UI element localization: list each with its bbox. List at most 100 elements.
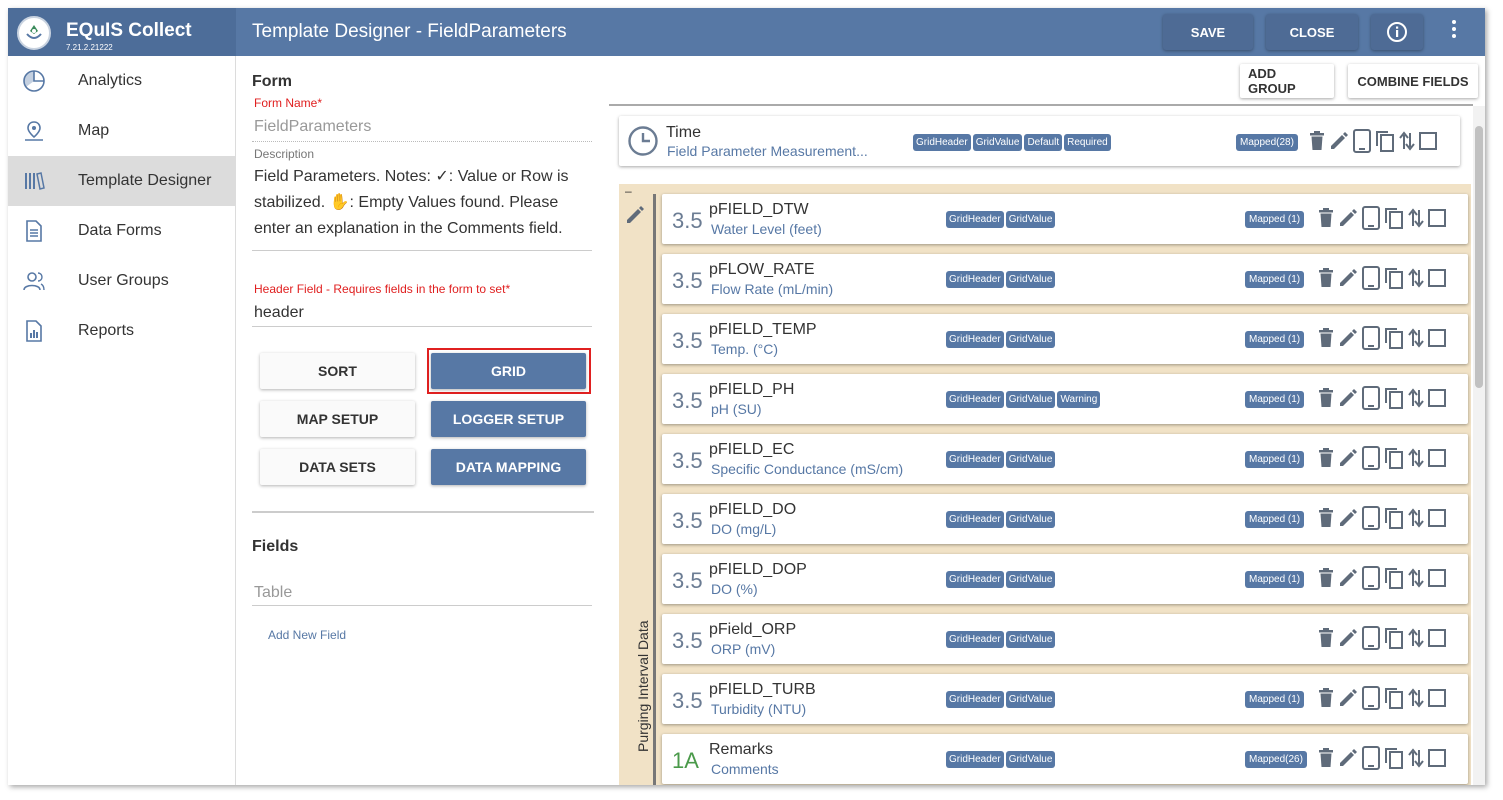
reorder-icon[interactable]: [1408, 508, 1424, 528]
edit-icon[interactable]: [1338, 748, 1358, 768]
delete-icon[interactable]: [1318, 748, 1334, 768]
copy-icon[interactable]: [1384, 327, 1404, 349]
reorder-icon[interactable]: [1408, 568, 1424, 588]
edit-icon[interactable]: [1338, 568, 1358, 588]
select-checkbox[interactable]: [1428, 689, 1446, 707]
reorder-icon[interactable]: [1408, 388, 1424, 408]
sidebar-item-data-forms[interactable]: Data Forms: [8, 206, 236, 256]
select-checkbox[interactable]: [1428, 449, 1446, 467]
data-sets-button[interactable]: DATA SETS: [260, 449, 415, 485]
tablet-icon[interactable]: [1362, 506, 1380, 530]
combine-fields-button[interactable]: COMBINE FIELDS: [1348, 64, 1478, 98]
copy-icon[interactable]: [1384, 207, 1404, 229]
field-card[interactable]: 3.5 pFIELD_DOP DO (%) GridHeader GridValu…: [662, 554, 1468, 604]
field-card[interactable]: 1A Remarks Comments GridHeader GridValue …: [662, 734, 1468, 784]
field-card[interactable]: 3.5 pFIELD_EC Specific Conductance (mS/c…: [662, 434, 1468, 484]
copy-icon[interactable]: [1384, 747, 1404, 769]
edit-icon[interactable]: [1338, 628, 1358, 648]
select-checkbox[interactable]: [1428, 209, 1446, 227]
tablet-icon[interactable]: [1362, 206, 1380, 230]
delete-icon[interactable]: [1318, 328, 1334, 348]
field-card[interactable]: 3.5 pFIELD_TEMP Temp. (°C) GridHeader Gri…: [662, 314, 1468, 364]
reorder-icon[interactable]: [1408, 208, 1424, 228]
delete-icon[interactable]: [1318, 208, 1334, 228]
description-field[interactable]: Field Parameters. Notes: ✓: Value or Row…: [254, 164, 594, 242]
delete-icon[interactable]: [1318, 508, 1334, 528]
edit-icon[interactable]: [1338, 688, 1358, 708]
copy-icon[interactable]: [1384, 507, 1404, 529]
reorder-icon[interactable]: [1408, 328, 1424, 348]
info-button[interactable]: [1371, 14, 1423, 50]
edit-group-icon[interactable]: [625, 205, 645, 230]
edit-icon[interactable]: [1329, 131, 1349, 151]
select-checkbox[interactable]: [1428, 629, 1446, 647]
field-card[interactable]: 3.5 pFIELD_DO DO (mg/L) GridHeader GridVa…: [662, 494, 1468, 544]
reorder-icon[interactable]: [1408, 748, 1424, 768]
select-checkbox[interactable]: [1428, 269, 1446, 287]
reorder-icon[interactable]: [1408, 448, 1424, 468]
edit-icon[interactable]: [1338, 208, 1358, 228]
more-vert-icon[interactable]: [1445, 17, 1463, 45]
field-card[interactable]: 3.5 pFIELD_DTW Water Level (feet) GridHe…: [662, 194, 1468, 244]
mapped-badge[interactable]: Mapped (1): [1245, 691, 1305, 708]
mapped-badge[interactable]: Mapped(28): [1236, 134, 1298, 151]
sidebar-item-user-groups[interactable]: User Groups: [8, 256, 236, 306]
delete-icon[interactable]: [1318, 448, 1334, 468]
tablet-icon[interactable]: [1362, 626, 1380, 650]
edit-icon[interactable]: [1338, 268, 1358, 288]
data-mapping-button[interactable]: DATA MAPPING: [431, 449, 586, 485]
mapped-badge[interactable]: Mapped (1): [1245, 511, 1305, 528]
tablet-icon[interactable]: [1362, 746, 1380, 770]
edit-icon[interactable]: [1338, 448, 1358, 468]
select-checkbox[interactable]: [1428, 749, 1446, 767]
copy-icon[interactable]: [1384, 387, 1404, 409]
mapped-badge[interactable]: Mapped (1): [1245, 451, 1305, 468]
mapped-badge[interactable]: Mapped (1): [1245, 571, 1305, 588]
grid-button[interactable]: GRID: [431, 353, 586, 389]
delete-icon[interactable]: [1318, 568, 1334, 588]
tablet-icon[interactable]: [1362, 566, 1380, 590]
close-button[interactable]: CLOSE: [1266, 14, 1358, 50]
field-card[interactable]: 3.5 pField_ORP ORP (mV) GridHeader GridVa…: [662, 614, 1468, 664]
sidebar-item-map[interactable]: Map: [8, 106, 236, 156]
reorder-icon[interactable]: [1408, 628, 1424, 648]
mapped-badge[interactable]: Mapped(26): [1245, 751, 1307, 768]
scrollbar-thumb[interactable]: [1475, 126, 1483, 388]
logger-setup-button[interactable]: LOGGER SETUP: [431, 401, 586, 437]
edit-icon[interactable]: [1338, 388, 1358, 408]
field-card[interactable]: 3.5 pFLOW_RATE Flow Rate (mL/min) GridHe…: [662, 254, 1468, 304]
form-name-field[interactable]: FieldParameters: [254, 118, 371, 136]
field-card[interactable]: 3.5 pFIELD_PH pH (SU) GridHeader GridValu…: [662, 374, 1468, 424]
select-checkbox[interactable]: [1428, 389, 1446, 407]
tablet-icon[interactable]: [1362, 686, 1380, 710]
reorder-icon[interactable]: [1408, 268, 1424, 288]
sidebar-item-template-designer[interactable]: Template Designer: [8, 156, 236, 206]
copy-icon[interactable]: [1375, 130, 1395, 152]
delete-icon[interactable]: [1309, 131, 1325, 151]
add-new-field-link[interactable]: Add New Field: [268, 628, 346, 642]
copy-icon[interactable]: [1384, 567, 1404, 589]
save-button[interactable]: SAVE: [1163, 14, 1253, 50]
tablet-icon[interactable]: [1362, 266, 1380, 290]
select-checkbox[interactable]: [1428, 329, 1446, 347]
reorder-icon[interactable]: [1399, 131, 1415, 151]
tablet-icon[interactable]: [1362, 386, 1380, 410]
select-checkbox[interactable]: [1428, 509, 1446, 527]
collapse-group-button[interactable]: –: [625, 184, 632, 198]
mapped-badge[interactable]: Mapped (1): [1245, 271, 1305, 288]
fields-table-select[interactable]: Table: [254, 584, 292, 602]
copy-icon[interactable]: [1384, 267, 1404, 289]
reorder-icon[interactable]: [1408, 688, 1424, 708]
mapped-badge[interactable]: Mapped (1): [1245, 331, 1305, 348]
copy-icon[interactable]: [1384, 447, 1404, 469]
edit-icon[interactable]: [1338, 508, 1358, 528]
tablet-icon[interactable]: [1353, 129, 1371, 153]
delete-icon[interactable]: [1318, 388, 1334, 408]
delete-icon[interactable]: [1318, 628, 1334, 648]
add-group-button[interactable]: ADD GROUP: [1240, 64, 1334, 98]
select-checkbox[interactable]: [1428, 569, 1446, 587]
tablet-icon[interactable]: [1362, 326, 1380, 350]
field-card[interactable]: 3.5 pFIELD_TURB Turbidity (NTU) GridHead…: [662, 674, 1468, 724]
canvas-scrollbar[interactable]: [1473, 106, 1485, 785]
sidebar-item-reports[interactable]: Reports: [8, 306, 236, 356]
